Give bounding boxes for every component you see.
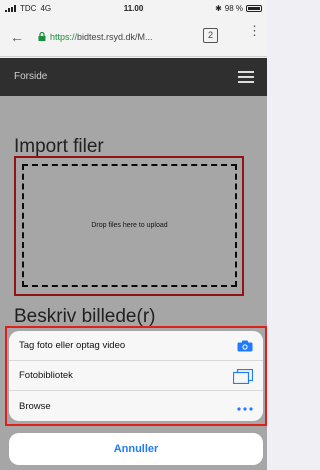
browse-label: Browse xyxy=(19,400,51,412)
battery-icon xyxy=(246,5,262,12)
lock-icon xyxy=(38,31,46,43)
more-dots-icon xyxy=(237,403,253,414)
photo-library-label: Fotobibliotek xyxy=(19,370,73,381)
tab-count-button[interactable]: 2 xyxy=(203,28,218,43)
photo-library-option[interactable]: Fotobibliotek xyxy=(9,361,263,391)
hamburger-menu-icon[interactable] xyxy=(238,71,254,86)
site-nav-bar: Forside xyxy=(0,58,267,96)
battery-percent: 98 % xyxy=(224,4,243,13)
cancel-button[interactable]: Annuller xyxy=(9,433,263,465)
take-photo-label: Tag foto eller optag video xyxy=(19,340,126,351)
status-bar: TDC 4G 11.00 ✱ 98 % xyxy=(0,0,267,17)
camera-icon xyxy=(237,340,253,355)
bluetooth-icon: ✱ xyxy=(215,4,222,13)
back-arrow-icon[interactable]: ← xyxy=(10,29,24,45)
take-photo-option[interactable]: Tag foto eller optag video xyxy=(9,331,263,361)
browse-option[interactable]: Browse xyxy=(9,391,263,421)
url-text: bidtest.rsyd.dk/M... xyxy=(77,32,153,42)
url-scheme: https:// xyxy=(50,32,78,42)
menu-dots-icon[interactable]: ⋮ xyxy=(248,24,261,37)
nav-title-link[interactable]: Forside xyxy=(14,71,47,82)
action-sheet: Tag foto eller optag video Fotobibliotek… xyxy=(9,331,263,421)
photo-library-icon xyxy=(232,368,254,387)
url-field[interactable]: https://bidtest.rsyd.dk/M... xyxy=(38,27,193,47)
browser-toolbar: ← https://bidtest.rsyd.dk/M... 2 ⋮ xyxy=(0,17,267,57)
